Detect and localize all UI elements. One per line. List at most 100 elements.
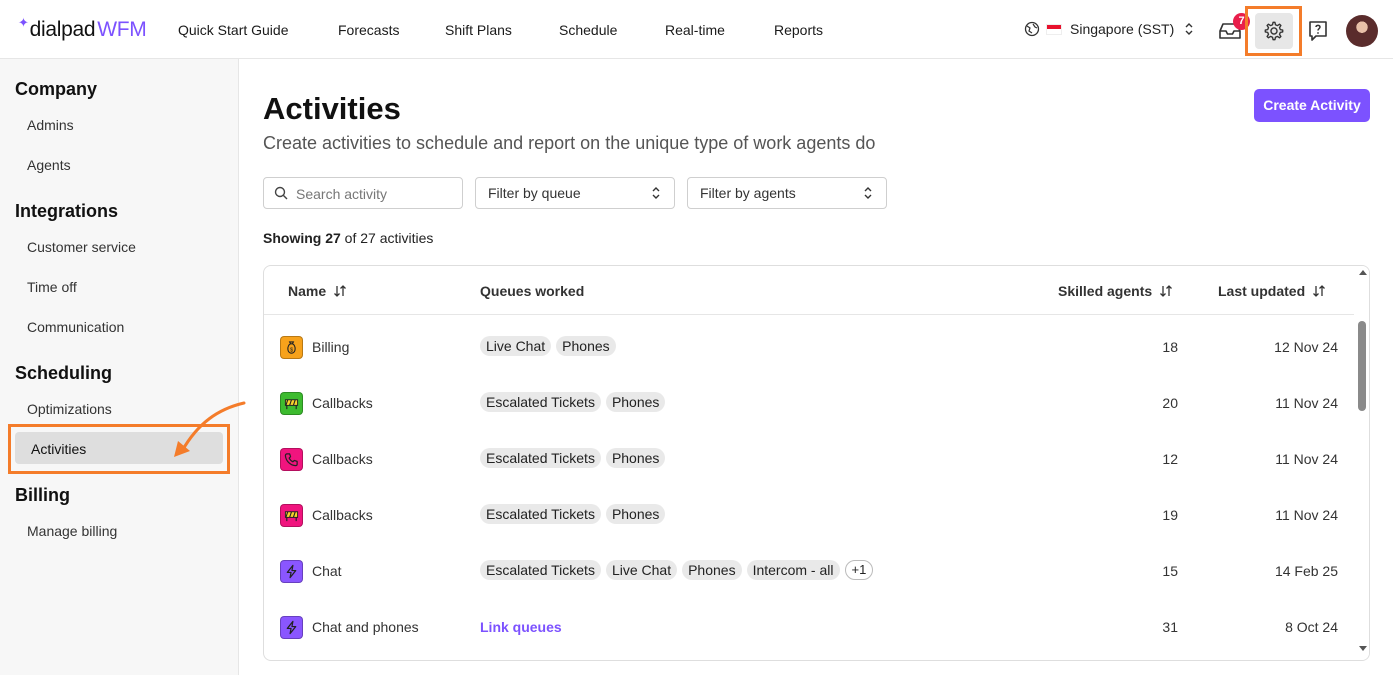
sidebar-item-communication[interactable]: Communication <box>27 319 124 335</box>
last-updated-date: 11 Nov 24 <box>1275 395 1338 411</box>
nav-forecasts[interactable]: Forecasts <box>338 22 399 38</box>
table-row[interactable]: $ Billing Live Chat Phones 18 12 Nov 24 <box>264 320 1354 376</box>
table-scrollbar[interactable] <box>1356 266 1369 660</box>
user-avatar[interactable] <box>1346 15 1378 47</box>
queue-chip: Phones <box>605 504 666 524</box>
settings-sidebar: Company Admins Agents Integrations Custo… <box>0 59 246 675</box>
nav-real-time[interactable]: Real-time <box>665 22 725 38</box>
results-count-bold: Showing 27 <box>263 230 341 246</box>
skilled-agents-count: 19 <box>1162 507 1178 523</box>
queue-chips: Escalated Tickets Phones <box>480 448 666 468</box>
logo-text-dialpad: dialpad <box>29 18 96 41</box>
column-queues: Queues worked <box>480 283 584 299</box>
singapore-flag-icon <box>1046 23 1062 35</box>
queue-filter-select[interactable]: Filter by queue <box>475 177 675 209</box>
sidebar-item-agents[interactable]: Agents <box>27 157 71 173</box>
skilled-agents-count: 18 <box>1162 339 1178 355</box>
section-company: Company <box>15 79 98 99</box>
queue-filter-label: Filter by queue <box>488 185 581 201</box>
table-row[interactable]: Callbacks Escalated Tickets Phones 12 11… <box>264 432 1354 488</box>
scroll-up-icon[interactable] <box>1359 270 1367 275</box>
sort-icon <box>334 285 347 297</box>
dialpad-wfm-logo[interactable]: ✦ dialpad WFM <box>18 15 147 42</box>
activity-name: Billing <box>312 339 350 355</box>
queue-chip: Escalated Tickets <box>480 504 601 524</box>
page-subtitle: Create activities to schedule and report… <box>263 133 876 153</box>
sidebar-item-time-off[interactable]: Time off <box>27 279 77 295</box>
gear-icon <box>1264 21 1284 41</box>
timezone-selector[interactable]: Singapore (SST) <box>1024 21 1194 37</box>
link-queues-link[interactable]: Link queues <box>480 619 562 635</box>
scroll-down-icon[interactable] <box>1359 646 1367 651</box>
activity-name: Chat <box>312 563 342 579</box>
bolt-icon <box>280 560 303 583</box>
queue-chip: Escalated Tickets <box>480 560 601 580</box>
column-queues-label: Queues worked <box>480 283 585 299</box>
activity-name: Callbacks <box>312 507 373 523</box>
nav-reports[interactable]: Reports <box>774 22 823 38</box>
table-row[interactable]: Callbacks Escalated Tickets Phones 19 11… <box>264 488 1354 544</box>
last-updated-date: 8 Oct 24 <box>1285 619 1338 635</box>
timezone-label: Singapore (SST) <box>1070 21 1175 37</box>
results-count: Showing 27 of 27 activities <box>263 230 433 246</box>
results-count-rest: of 27 activities <box>340 230 434 246</box>
column-skilled-agents[interactable]: Skilled agents <box>1058 283 1173 299</box>
moneybag-icon: $ <box>280 336 303 359</box>
queue-chip: Live Chat <box>605 560 678 580</box>
table-row[interactable]: Callbacks Escalated Tickets Phones 20 11… <box>264 376 1354 432</box>
more-queues-chip[interactable]: +1 <box>844 560 874 580</box>
search-icon <box>274 186 288 200</box>
queue-chip: Live Chat <box>480 336 552 356</box>
nav-schedule[interactable]: Schedule <box>559 22 617 38</box>
skilled-agents-count: 31 <box>1162 619 1178 635</box>
nav-shift-plans[interactable]: Shift Plans <box>445 22 512 38</box>
settings-button[interactable] <box>1255 13 1293 49</box>
skilled-agents-count: 20 <box>1162 395 1178 411</box>
nav-quick-start-guide[interactable]: Quick Start Guide <box>178 22 289 38</box>
skilled-agents-count: 12 <box>1162 451 1178 467</box>
column-name[interactable]: Name <box>288 283 347 299</box>
queue-chip: Phones <box>682 560 742 580</box>
column-last-updated-label: Last updated <box>1218 283 1306 299</box>
table-row[interactable]: Chat and phones Link queues 31 8 Oct 24 <box>264 600 1354 656</box>
queue-chip: Phones <box>605 392 666 412</box>
agent-filter-select[interactable]: Filter by agents <box>687 177 887 209</box>
table-row[interactable]: Chat Escalated Tickets Live Chat Phones … <box>264 544 1354 600</box>
activities-table: Name Queues worked Skilled agents Last u… <box>263 265 1370 661</box>
last-updated-date: 14 Feb 25 <box>1274 563 1338 579</box>
queue-chips: Escalated Tickets Live Chat Phones Inter… <box>480 560 874 580</box>
section-billing: Billing <box>15 485 70 505</box>
sidebar-item-customer-service[interactable]: Customer service <box>27 239 136 255</box>
settings-highlight <box>1245 6 1302 56</box>
queue-chip: Phones <box>605 448 666 468</box>
help-icon[interactable] <box>1306 19 1330 43</box>
agent-filter-label: Filter by agents <box>700 185 796 201</box>
chevron-updown-icon <box>652 187 660 199</box>
logo-spark: ✦ <box>18 15 29 30</box>
activity-name: Chat and phones <box>312 619 419 635</box>
top-bar: ✦ dialpad WFM Quick Start Guide Forecast… <box>0 0 1393 59</box>
queue-chip: Intercom - all <box>746 560 840 580</box>
sidebar-item-admins[interactable]: Admins <box>27 117 74 133</box>
queue-chips: Escalated Tickets Phones <box>480 392 666 412</box>
skilled-agents-count: 15 <box>1162 563 1178 579</box>
bolt-icon <box>280 616 303 639</box>
table-header: Name Queues worked Skilled agents Last u… <box>264 266 1354 315</box>
search-input[interactable]: Search activity <box>263 177 463 209</box>
queue-chips: Escalated Tickets Phones <box>480 504 666 524</box>
logo-text-wfm: WFM <box>97 18 147 41</box>
section-integrations: Integrations <box>15 201 119 221</box>
last-updated-date: 11 Nov 24 <box>1275 451 1338 467</box>
sidebar-item-manage-billing[interactable]: Manage billing <box>27 523 117 539</box>
column-last-updated[interactable]: Last updated <box>1218 283 1326 299</box>
barrier-icon <box>280 504 303 527</box>
barrier-icon <box>280 392 303 415</box>
sidebar-item-activities-label: Activities <box>31 441 87 457</box>
scrollbar-thumb[interactable] <box>1358 321 1366 411</box>
annotation-arrow-icon <box>174 401 246 457</box>
globe-icon <box>1024 21 1040 37</box>
sort-icon <box>1160 285 1173 297</box>
sidebar-item-optimizations[interactable]: Optimizations <box>27 401 112 417</box>
page-title: Activities <box>263 91 401 126</box>
create-activity-button[interactable]: Create Activity <box>1254 89 1370 122</box>
